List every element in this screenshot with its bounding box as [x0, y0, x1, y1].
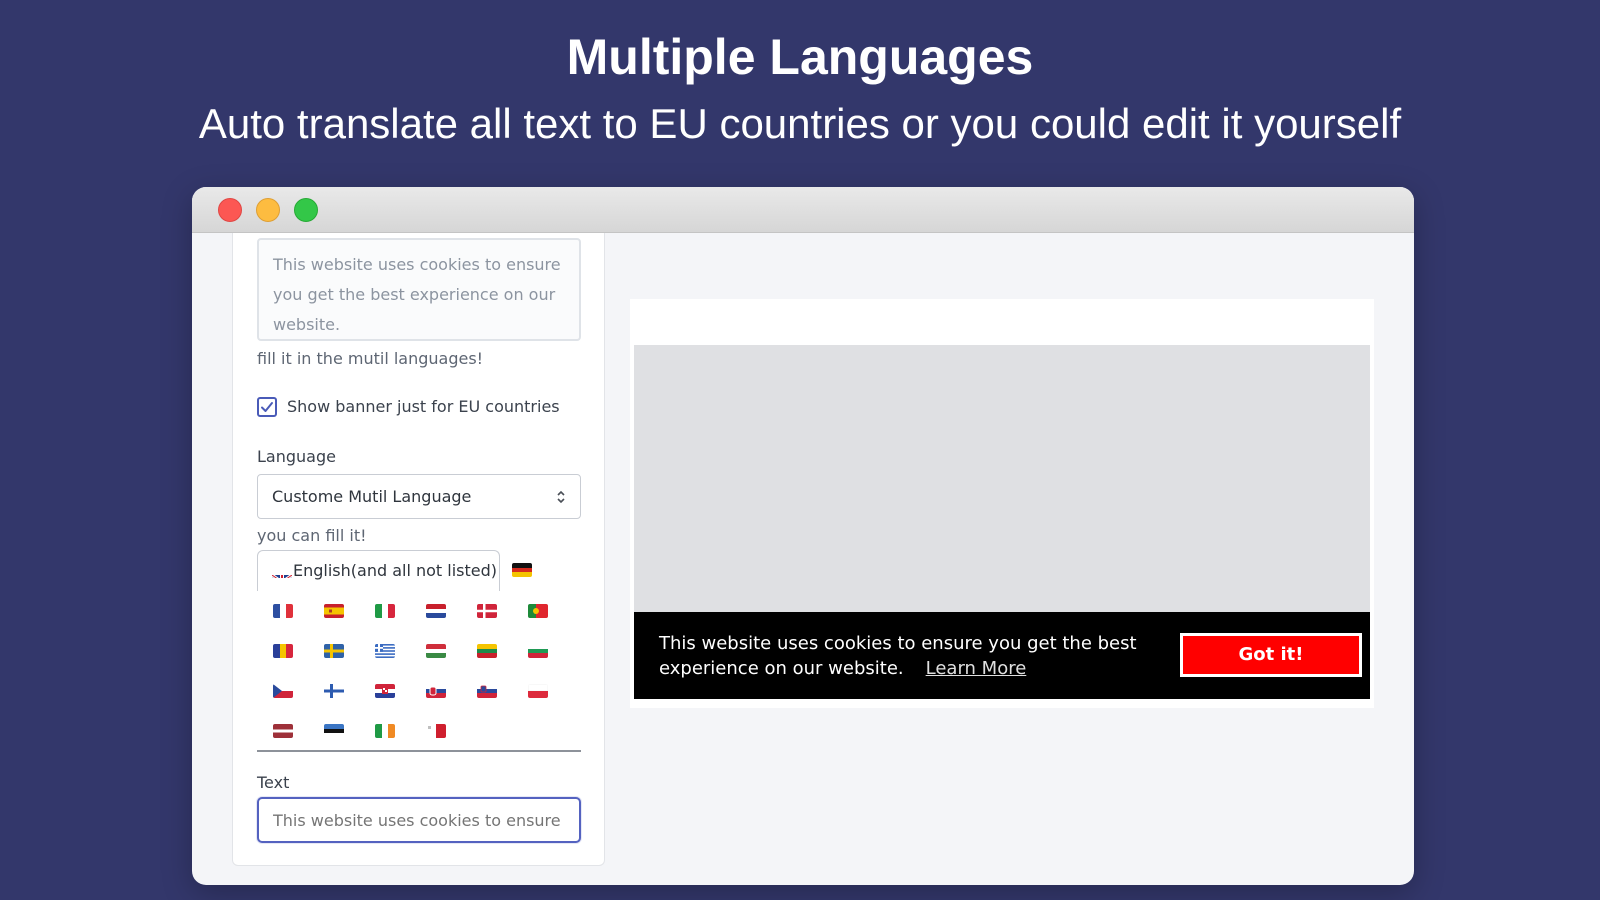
learn-more-link[interactable]: Learn More	[926, 658, 1027, 679]
flag-hr-icon[interactable]	[375, 684, 395, 698]
page-headline: Multiple Languages	[566, 29, 1034, 85]
flag-si-icon[interactable]	[477, 684, 497, 698]
flag-pt-icon[interactable]	[528, 604, 548, 618]
banner-message: This website uses cookies to ensure you …	[659, 631, 1139, 681]
flag-fi-icon[interactable]	[324, 684, 344, 698]
multilang-hint: fill it in the mutil languages!	[257, 349, 484, 368]
flag-hu-icon[interactable]	[426, 644, 446, 658]
flag-sk-icon[interactable]	[426, 684, 446, 698]
flag-ee-icon[interactable]	[324, 724, 344, 738]
flag-ie-icon[interactable]	[375, 724, 395, 738]
language-select[interactable]: Custome Mutil Language	[257, 474, 581, 519]
flag-it-icon[interactable]	[375, 604, 395, 618]
got-it-button[interactable]: Got it!	[1180, 633, 1362, 677]
eu-only-checkbox[interactable]	[257, 397, 277, 417]
flag-cz-icon[interactable]	[273, 684, 293, 698]
flag-gb-icon	[272, 564, 292, 578]
text-input[interactable]	[257, 797, 581, 843]
tab-english[interactable]: English(and all not listed)	[257, 550, 500, 591]
flag-mt-icon[interactable]	[426, 724, 446, 738]
tab-divider	[257, 750, 581, 752]
language-select-value: Custome Mutil Language	[272, 487, 472, 506]
minimize-window-button[interactable]	[256, 198, 280, 222]
app-window: This website uses cookies to ensure you …	[192, 187, 1414, 885]
language-label: Language	[257, 447, 336, 466]
settings-panel: This website uses cookies to ensure you …	[232, 233, 605, 866]
eu-only-label[interactable]: Show banner just for EU countries	[287, 397, 560, 416]
flag-nl-icon[interactable]	[426, 604, 446, 618]
text-label: Text	[257, 773, 290, 792]
flag-gr-icon[interactable]	[375, 644, 395, 658]
flag-se-icon[interactable]	[324, 644, 344, 658]
cookie-banner: This website uses cookies to ensure you …	[634, 612, 1370, 699]
tab-english-label: English(and all not listed)	[293, 561, 498, 580]
flag-bg-icon[interactable]	[528, 644, 548, 658]
preview-page-placeholder	[634, 345, 1370, 612]
banner-message-text: This website uses cookies to ensure you …	[659, 633, 1137, 679]
flag-de-icon[interactable]	[512, 563, 532, 577]
zoom-window-button[interactable]	[294, 198, 318, 222]
flag-lt-icon[interactable]	[477, 644, 497, 658]
message-textarea[interactable]: This website uses cookies to ensure you …	[257, 238, 581, 341]
checkmark-icon	[261, 402, 273, 412]
flag-fr-icon[interactable]	[273, 604, 293, 618]
page-subtitle: Auto translate all text to EU countries …	[198, 100, 1402, 147]
flag-pl-icon[interactable]	[528, 684, 548, 698]
flag-dk-icon[interactable]	[477, 604, 497, 618]
banner-preview: This website uses cookies to ensure you …	[630, 299, 1374, 708]
select-arrows-icon	[557, 490, 565, 504]
flag-ro-icon[interactable]	[273, 644, 293, 658]
window-titlebar	[192, 187, 1414, 233]
flag-es-icon[interactable]	[324, 604, 344, 618]
fill-hint: you can fill it!	[257, 526, 367, 545]
flag-lv-icon[interactable]	[273, 724, 293, 738]
close-window-button[interactable]	[218, 198, 242, 222]
